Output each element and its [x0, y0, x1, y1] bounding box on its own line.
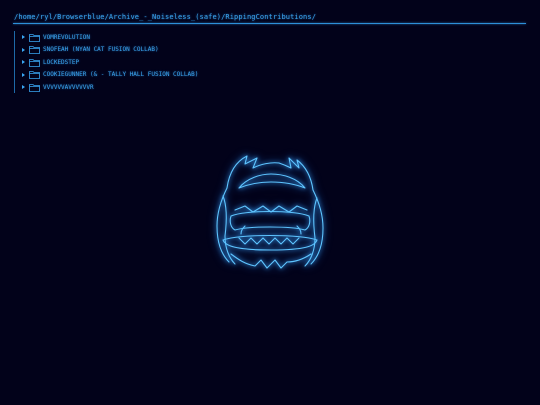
chevron-right-icon[interactable]: [22, 60, 25, 65]
chevron-right-icon[interactable]: [22, 47, 25, 52]
tree-item-label: VOMREVOLUTION: [43, 33, 90, 41]
mascot-outline: [205, 150, 335, 275]
chevron-right-icon[interactable]: [22, 35, 25, 40]
folder-icon: [29, 33, 40, 42]
folder-icon: [29, 58, 40, 67]
tree-item-lockedstep[interactable]: LOCKEDSTEP: [21, 56, 198, 69]
tree-item-snofeah[interactable]: SNOFEAH (NYAN CAT FUSION COLLAB): [21, 44, 198, 57]
tree-item-label: COOKIEGUNNER (& - TALLY HALL FUSION COLL…: [43, 71, 199, 79]
chevron-right-icon[interactable]: [22, 72, 25, 77]
header-divider: [13, 23, 526, 24]
tree-item-vvvvvvavvvvvvr[interactable]: VVVVVVAVVVVVVR: [21, 81, 198, 94]
tree-item-vomrevolution[interactable]: VOMREVOLUTION: [21, 31, 198, 44]
folder-tree: VOMREVOLUTION SNOFEAH (NYAN CAT FUSION C…: [14, 31, 198, 93]
folder-icon: [29, 83, 40, 92]
tree-item-cookiegunner[interactable]: COOKIEGUNNER (& - TALLY HALL FUSION COLL…: [21, 69, 198, 82]
breadcrumb-path: /home/ryl/Browserblue/Archive_-_Noiseles…: [14, 13, 317, 21]
tree-item-label: VVVVVVAVVVVVVR: [43, 83, 94, 91]
tree-item-label: SNOFEAH (NYAN CAT FUSION COLLAB): [43, 46, 159, 54]
folder-icon: [29, 45, 40, 55]
folder-icon: [29, 70, 40, 80]
chevron-right-icon[interactable]: [22, 85, 25, 90]
tree-item-label: LOCKEDSTEP: [43, 58, 80, 66]
